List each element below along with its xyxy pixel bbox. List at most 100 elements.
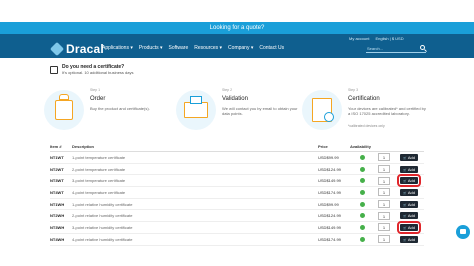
chat-widget-button[interactable] (456, 225, 470, 239)
row-description: 2-point relative humidity certificate (72, 213, 133, 219)
add-to-cart-button[interactable]: Add (400, 165, 418, 173)
step-certification: Step 3 Certification Your devices are ca… (302, 86, 432, 134)
quantity-input[interactable]: 1 (378, 165, 390, 174)
certificate-intro: Do you need a certificate? It's optional… (50, 64, 133, 75)
nav-products[interactable]: Products ▾ (139, 45, 163, 51)
language-currency-selector[interactable]: English | $ USD (375, 36, 403, 41)
intro-subtitle: It's optional. 10 additional business da… (62, 70, 134, 75)
table-row: NT3WH 3-point relative humidity certific… (50, 220, 424, 234)
row-price: USD$99.99 (318, 201, 339, 207)
add-to-cart-button[interactable]: Add (400, 188, 418, 196)
step-label: Step 1 (90, 88, 101, 92)
step-title: Validation (222, 96, 248, 102)
quantity-input[interactable]: 1 (378, 188, 390, 197)
header-availability: Availability (350, 144, 371, 149)
step-validation: Step 2 Validation We will contact you by… (176, 86, 306, 134)
validation-illustration-icon (176, 90, 216, 130)
quantity-input[interactable]: 1 (378, 211, 390, 220)
row-item: NT3WH (50, 224, 65, 230)
row-item: NT4WH (50, 236, 65, 242)
my-account-link[interactable]: My account (349, 36, 369, 41)
add-to-cart-button[interactable]: Add (397, 220, 421, 234)
header-price: Price (318, 144, 328, 149)
header-item: Item # (50, 144, 62, 149)
availability-icon (360, 166, 365, 172)
availability-icon (360, 224, 365, 230)
header-description: Description (72, 144, 95, 149)
row-item: NT1WH (50, 201, 65, 207)
site-header: Dracal Applications ▾ Products ▾ Softwar… (0, 34, 474, 58)
nav-applications[interactable]: Applications ▾ (102, 45, 133, 51)
main-nav: Applications ▾ Products ▾ Software Resou… (102, 45, 284, 51)
step-description: Your devices are calibrated* and certifi… (348, 106, 426, 116)
add-to-cart-button[interactable]: Add (400, 235, 418, 243)
logo-mark-icon (49, 41, 65, 57)
quantity-input[interactable]: 1 (378, 176, 390, 185)
certificate-icon (50, 66, 58, 74)
utility-links: My account English | $ USD (349, 36, 404, 41)
step-title: Certification (348, 96, 380, 102)
row-description: 1-point temperature certificate (72, 154, 126, 160)
row-item: NT4WT (50, 189, 64, 195)
availability-icon (360, 154, 365, 160)
step-label: Step 3 (348, 88, 359, 92)
row-price: USD$174.99 (318, 236, 341, 242)
row-description: 4-point relative humidity certificate (72, 236, 133, 242)
brand-name: Dracal (66, 42, 104, 56)
row-description: 3-point relative humidity certificate (72, 224, 133, 230)
availability-icon (360, 178, 365, 184)
availability-icon (360, 189, 365, 195)
add-to-cart-button[interactable]: Add (400, 200, 418, 208)
search-input[interactable]: Search... (366, 45, 426, 53)
step-title: Order (90, 96, 106, 102)
row-price: USD$124.99 (318, 166, 341, 172)
nav-contact[interactable]: Contact Us (259, 45, 284, 51)
row-price: USD$149.99 (318, 178, 341, 184)
table-row: NT2WT 2-point temperature certificate US… (50, 164, 424, 176)
availability-icon (360, 213, 365, 219)
add-to-cart-button[interactable]: Add (397, 174, 421, 188)
add-to-cart-button[interactable]: Add (400, 212, 418, 220)
certificate-table: Item # Description Price Availability NT… (50, 144, 424, 246)
step-note: *calibrated devices only (348, 124, 385, 128)
row-description: 1-point relative humidity certificate (72, 201, 133, 207)
table-row: NT4WH 4-point relative humidity certific… (50, 234, 424, 246)
table-row: NT2WH 2-point relative humidity certific… (50, 210, 424, 223)
row-description: 4-point temperature certificate (72, 189, 126, 195)
row-item: NT1WT (50, 154, 64, 160)
step-order: Step 1 Order Buy the product and certifi… (44, 86, 174, 134)
quantity-input[interactable]: 1 (378, 223, 390, 232)
row-description: 2-point temperature certificate (72, 166, 126, 172)
quote-banner-text[interactable]: Looking for a quote? (210, 25, 265, 31)
row-item: NT2WH (50, 213, 65, 219)
table-row: NT1WH 1-point relative humidity certific… (50, 199, 424, 211)
availability-icon (360, 236, 365, 242)
row-item: NT3WT (50, 178, 64, 184)
row-item: NT2WT (50, 166, 64, 172)
step-label: Step 2 (222, 88, 233, 92)
table-row: NT3WT 3-point temperature certificate US… (50, 174, 424, 188)
quote-banner[interactable]: Looking for a quote? (0, 22, 474, 34)
order-illustration-icon (44, 90, 84, 130)
availability-icon (360, 201, 365, 207)
table-header: Item # Description Price Availability (50, 144, 424, 152)
nav-resources[interactable]: Resources ▾ (194, 45, 222, 51)
row-description: 3-point temperature certificate (72, 178, 126, 184)
search-placeholder: Search... (367, 46, 384, 51)
quantity-input[interactable]: 1 (378, 200, 390, 209)
nav-software[interactable]: Software (169, 45, 189, 51)
row-price: USD$149.99 (318, 224, 341, 230)
table-row: NT1WT 1-point temperature certificate US… (50, 152, 424, 164)
brand-logo[interactable]: Dracal (49, 41, 104, 57)
browser-viewport: Looking for a quote? Dracal Applications… (0, 0, 474, 266)
quantity-input[interactable]: 1 (378, 235, 390, 244)
step-description: We will contact you by email to obtain y… (222, 106, 298, 116)
row-price: USD$124.99 (318, 213, 341, 219)
search-icon[interactable] (420, 45, 425, 50)
add-to-cart-button[interactable]: Add (400, 153, 418, 161)
certification-illustration-icon (302, 90, 342, 130)
step-description: Buy the product and certificate(s). (90, 106, 150, 111)
nav-company[interactable]: Company ▾ (228, 45, 253, 51)
row-price: USD$99.99 (318, 154, 339, 160)
quantity-input[interactable]: 1 (378, 153, 390, 162)
